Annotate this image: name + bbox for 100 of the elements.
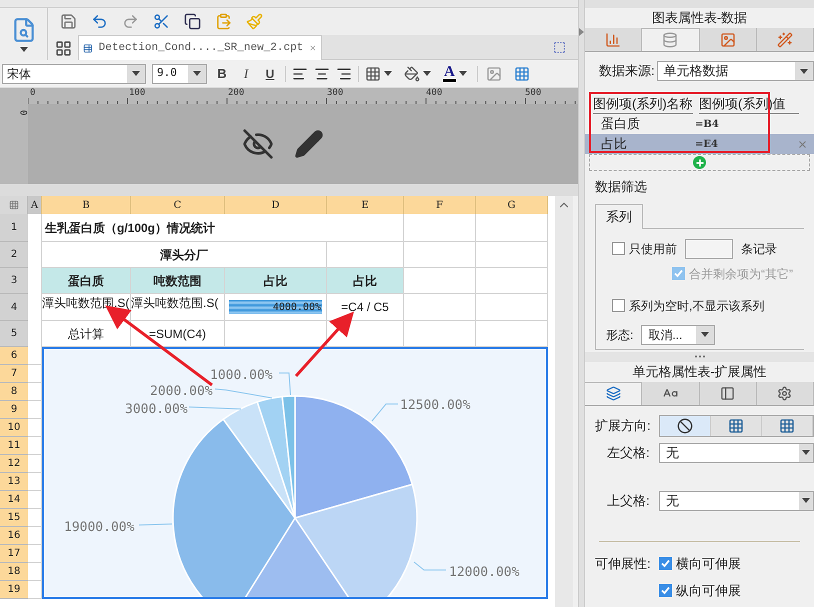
column-header[interactable]: G	[476, 196, 548, 214]
series-value: =B4	[695, 118, 719, 132]
grid-icon	[8, 200, 18, 210]
row-header[interactable]: 10	[0, 419, 28, 437]
row-header[interactable]: 17	[0, 545, 28, 563]
panel-tab[interactable]	[700, 28, 757, 51]
header-cell: 占比	[327, 268, 404, 294]
align-center-icon[interactable]	[314, 66, 330, 82]
align-right-icon[interactable]	[336, 66, 352, 82]
empty-cell	[476, 268, 548, 294]
scrollbar[interactable]	[555, 196, 573, 607]
cut-icon[interactable]	[153, 12, 170, 30]
add-series-bar[interactable]	[589, 154, 810, 171]
column-header[interactable]: D	[225, 196, 327, 214]
row-header[interactable]: 8	[0, 383, 28, 401]
redo-icon[interactable]	[122, 12, 139, 30]
checkbox[interactable]	[612, 242, 625, 255]
border-icon[interactable]	[365, 66, 381, 82]
series-row[interactable]: 蛋白质 =B4	[585, 114, 814, 134]
pencil-icon[interactable]	[294, 129, 324, 159]
ruler-label: 400	[425, 88, 444, 98]
caret-icon	[384, 71, 392, 76]
row-header[interactable]: 9	[0, 401, 28, 419]
direction-button[interactable]	[762, 416, 813, 436]
parent-select[interactable]: 无	[659, 490, 814, 510]
align-left-icon[interactable]	[292, 66, 308, 82]
table-icon[interactable]	[514, 66, 530, 82]
row-header[interactable]: 15	[0, 509, 28, 527]
checkbox[interactable]	[659, 584, 672, 598]
column-header[interactable]: E	[327, 196, 404, 214]
direction-button[interactable]	[711, 416, 762, 436]
panel-title: 图表属性表-数据	[650, 9, 748, 28]
select-all-corner[interactable]	[0, 196, 28, 214]
panel-tab[interactable]	[642, 382, 700, 404]
field-label: 可伸展性:	[595, 554, 652, 572]
column-header[interactable]: C	[131, 196, 225, 214]
column-header[interactable]: F	[404, 196, 476, 214]
column-header[interactable]: A	[28, 196, 42, 214]
field-label: 扩展方向:	[595, 416, 652, 435]
column-header[interactable]: B	[42, 196, 131, 214]
delete-icon[interactable]	[797, 138, 808, 150]
ruler-label: 200	[227, 88, 246, 98]
fill-color-icon[interactable]	[404, 66, 420, 82]
add-sheet-icon[interactable]	[54, 40, 72, 56]
caret-icon	[132, 71, 140, 76]
undo-icon[interactable]	[91, 12, 108, 30]
grid-icon	[728, 418, 744, 434]
ruler-label: 500	[524, 88, 542, 98]
row-header[interactable]: 7	[0, 365, 28, 383]
count-field[interactable]	[685, 238, 733, 258]
font-select[interactable]: 宋体	[2, 64, 146, 84]
row-header[interactable]: 1	[0, 214, 28, 242]
series-row[interactable]: 占比 =E4	[585, 134, 814, 154]
direction-button[interactable]	[660, 416, 711, 436]
checkbox[interactable]	[612, 299, 625, 312]
panel-tab[interactable]	[585, 382, 642, 404]
font-color-button[interactable]: A	[443, 65, 456, 82]
empty-cell	[404, 214, 476, 242]
save-icon[interactable]	[60, 12, 77, 30]
source-select[interactable]: 单元格数据	[656, 61, 814, 81]
row-header[interactable]: 14	[0, 491, 28, 509]
italic-button[interactable]: I	[237, 64, 255, 84]
row-header[interactable]: 5	[0, 321, 28, 347]
copy-icon[interactable]	[184, 12, 201, 30]
row-header[interactable]: 4	[0, 294, 28, 321]
settings-icon	[777, 386, 792, 400]
panel-tab[interactable]	[585, 28, 642, 51]
size-select[interactable]: 9.0	[152, 64, 207, 84]
leader-line	[278, 372, 291, 396]
row-header[interactable]: 18	[0, 563, 28, 581]
row-header[interactable]: 13	[0, 473, 28, 491]
hidden-eye-icon[interactable]	[242, 128, 274, 160]
row-header[interactable]: 12	[0, 455, 28, 473]
filter-tab[interactable]: 系列	[595, 204, 643, 228]
panel-tab[interactable]	[756, 28, 814, 51]
panel-menu-icon[interactable]	[553, 40, 566, 54]
leader-line	[372, 404, 398, 422]
caret-icon	[20, 46, 28, 52]
row-header[interactable]: 6	[0, 347, 28, 365]
grid-icon	[779, 418, 795, 434]
row-header[interactable]: 2	[0, 242, 28, 268]
image-icon[interactable]	[486, 66, 502, 82]
panel-tab[interactable]	[756, 382, 814, 404]
leader-line	[138, 524, 172, 526]
add-icon[interactable]	[693, 156, 706, 169]
row-header[interactable]: 19	[0, 581, 28, 599]
underline-button[interactable]: U	[261, 64, 279, 82]
bold-button[interactable]: B	[213, 64, 231, 84]
row-header[interactable]: 16	[0, 527, 28, 545]
paste-icon[interactable]	[215, 12, 232, 30]
expand-arrow-icon[interactable]	[579, 28, 584, 36]
shape-select[interactable]: 取消...	[641, 324, 716, 344]
checkbox[interactable]	[659, 556, 672, 570]
file-tab[interactable]: Detection_Cond...._SR_new_2.cpt	[78, 35, 322, 60]
parent-select[interactable]: 无	[659, 442, 814, 462]
row-header[interactable]: 3	[0, 268, 28, 294]
panel-tab[interactable]	[700, 382, 757, 404]
caret-icon	[802, 498, 810, 503]
pie-chart[interactable]: 12500.00% 12000.00% 19000.00% 3000.00% 2000.00% 1000.00%	[42, 347, 548, 599]
row-header[interactable]: 11	[0, 437, 28, 455]
